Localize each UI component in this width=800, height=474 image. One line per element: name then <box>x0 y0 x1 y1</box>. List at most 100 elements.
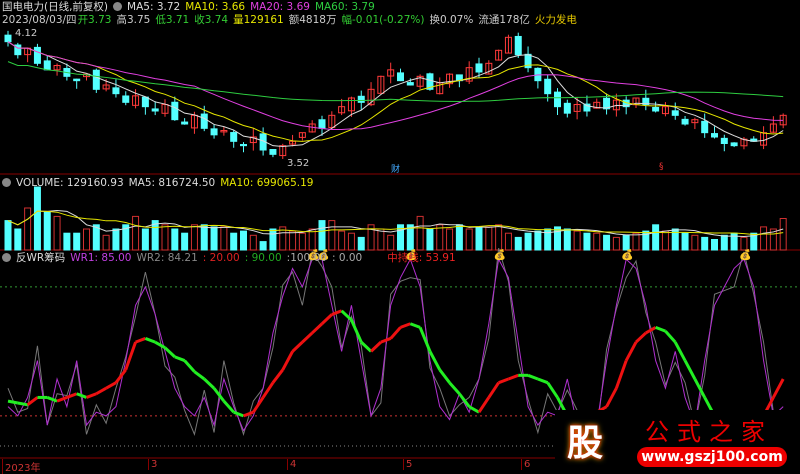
hold-line-segment <box>448 381 461 395</box>
volume-bar <box>357 236 365 251</box>
price-low-label: 3.52 <box>287 158 310 169</box>
volume-bar <box>43 211 51 251</box>
hold-line-segment <box>634 331 647 344</box>
price-high-label: 4.12 <box>15 28 38 39</box>
ma60-line <box>7 61 784 102</box>
volume-bar <box>249 234 257 251</box>
volume-bar <box>24 207 32 251</box>
settings-icon[interactable] <box>113 2 123 11</box>
volume-bar <box>230 232 238 251</box>
hold-line-segment <box>291 341 304 353</box>
date: 2023/08/03/四 <box>2 14 77 26</box>
candle-body <box>210 128 218 136</box>
vol-ma5: MA5: 816724.50 <box>128 177 216 189</box>
volume-bar <box>446 228 454 251</box>
hold-line-segment <box>203 377 216 390</box>
volume-bar <box>4 220 12 251</box>
line100: :100.00 <box>286 252 327 264</box>
low: 低3.71 <box>155 14 190 26</box>
hold-line-segment <box>409 322 421 329</box>
hold-line-segment <box>233 410 245 418</box>
volume-bar <box>514 236 522 251</box>
volume-bar <box>318 220 326 251</box>
candle-body <box>711 133 718 138</box>
volume-bar <box>681 232 689 251</box>
hold-line-segment <box>418 326 432 352</box>
hold-line-segment <box>498 377 509 385</box>
volume-bar <box>83 228 90 251</box>
hold-line-segment <box>17 401 28 407</box>
hold-line-segment <box>95 386 107 396</box>
volume-bar <box>338 230 346 251</box>
money-bag-icon: 💰 <box>494 248 506 261</box>
volume-bar <box>622 234 630 251</box>
volume-bar <box>298 232 306 251</box>
volume-bar <box>33 186 41 251</box>
hold-line-segment <box>683 359 697 380</box>
volume-bar <box>132 215 140 251</box>
candle-body <box>112 87 120 95</box>
candle-body <box>318 119 326 129</box>
candle-body <box>240 144 247 147</box>
logo-url[interactable]: www.gszj100.com <box>637 447 787 467</box>
float-shares: 流通178亿 <box>478 14 530 26</box>
volume-bar <box>181 232 189 251</box>
settings-icon[interactable] <box>2 178 11 187</box>
volume-bar <box>112 228 120 251</box>
volume-bar <box>563 228 571 251</box>
volume-bar <box>485 226 493 251</box>
volume-bar <box>652 224 660 251</box>
candle-body <box>554 91 561 108</box>
change: 幅-0.01(-0.27%) <box>341 14 425 26</box>
logo-text: 公式之家 <box>645 418 773 446</box>
quote-line: 2023/08/03/四开3.73 高3.75 低3.71 收3.74 量129161 额… <box>2 14 582 27</box>
hold-line-segment <box>537 377 549 385</box>
line0: : 0.00 <box>331 252 363 264</box>
hold-line-segment <box>261 381 275 399</box>
sector[interactable]: 火力发电 <box>535 14 577 26</box>
candle-body <box>720 137 728 144</box>
axis-label: 6 <box>521 459 530 470</box>
indicator-name[interactable]: 反WR筹码 <box>16 252 65 264</box>
finance-marker[interactable]: 财 <box>391 162 400 175</box>
volume-bar <box>534 230 542 251</box>
hold-line-segment <box>183 359 196 373</box>
ma10-label: MA10: 3.66 <box>185 1 246 13</box>
candle-body <box>92 69 100 90</box>
volume-bar <box>612 236 620 251</box>
volume-bar <box>53 215 61 251</box>
volume-bar <box>73 232 81 251</box>
candle-body <box>671 110 679 116</box>
hold-line-segment <box>320 313 333 325</box>
candle-body <box>171 101 179 121</box>
event-marker[interactable]: § <box>659 162 664 172</box>
hold-line-segment <box>271 368 284 384</box>
amount: 额4818万 <box>288 14 337 26</box>
money-bag-icon: 💰 <box>621 248 633 261</box>
wr1-line <box>7 257 784 432</box>
volume-bar <box>328 220 336 251</box>
stock-chart[interactable]: 💰💰 💰 💰 💰 💰 <box>0 0 800 470</box>
candle-body <box>652 106 660 112</box>
candle-body <box>181 121 189 125</box>
line20: : 20.00 <box>202 252 240 264</box>
volume-bar <box>141 228 149 251</box>
ma60-label: MA60: 3.79 <box>314 1 375 13</box>
candle-body <box>122 95 130 103</box>
ma20-label: MA20: 3.69 <box>250 1 310 13</box>
volume-bar <box>63 232 71 251</box>
ma5-line <box>7 41 784 148</box>
volume-bar <box>779 218 787 251</box>
hold-line-segment <box>624 341 638 362</box>
hold-line-segment <box>664 330 677 344</box>
hold-line-segment <box>380 337 392 344</box>
volume-bar <box>475 226 483 251</box>
volume: 量129161 <box>233 14 284 26</box>
volume-bar <box>495 224 503 251</box>
candle-body <box>730 142 738 147</box>
hold-line-segment <box>76 392 88 399</box>
hold-line-segment <box>527 373 539 381</box>
volume-bar <box>426 228 434 251</box>
hold-line-segment <box>124 341 137 371</box>
settings-icon[interactable] <box>2 253 11 262</box>
